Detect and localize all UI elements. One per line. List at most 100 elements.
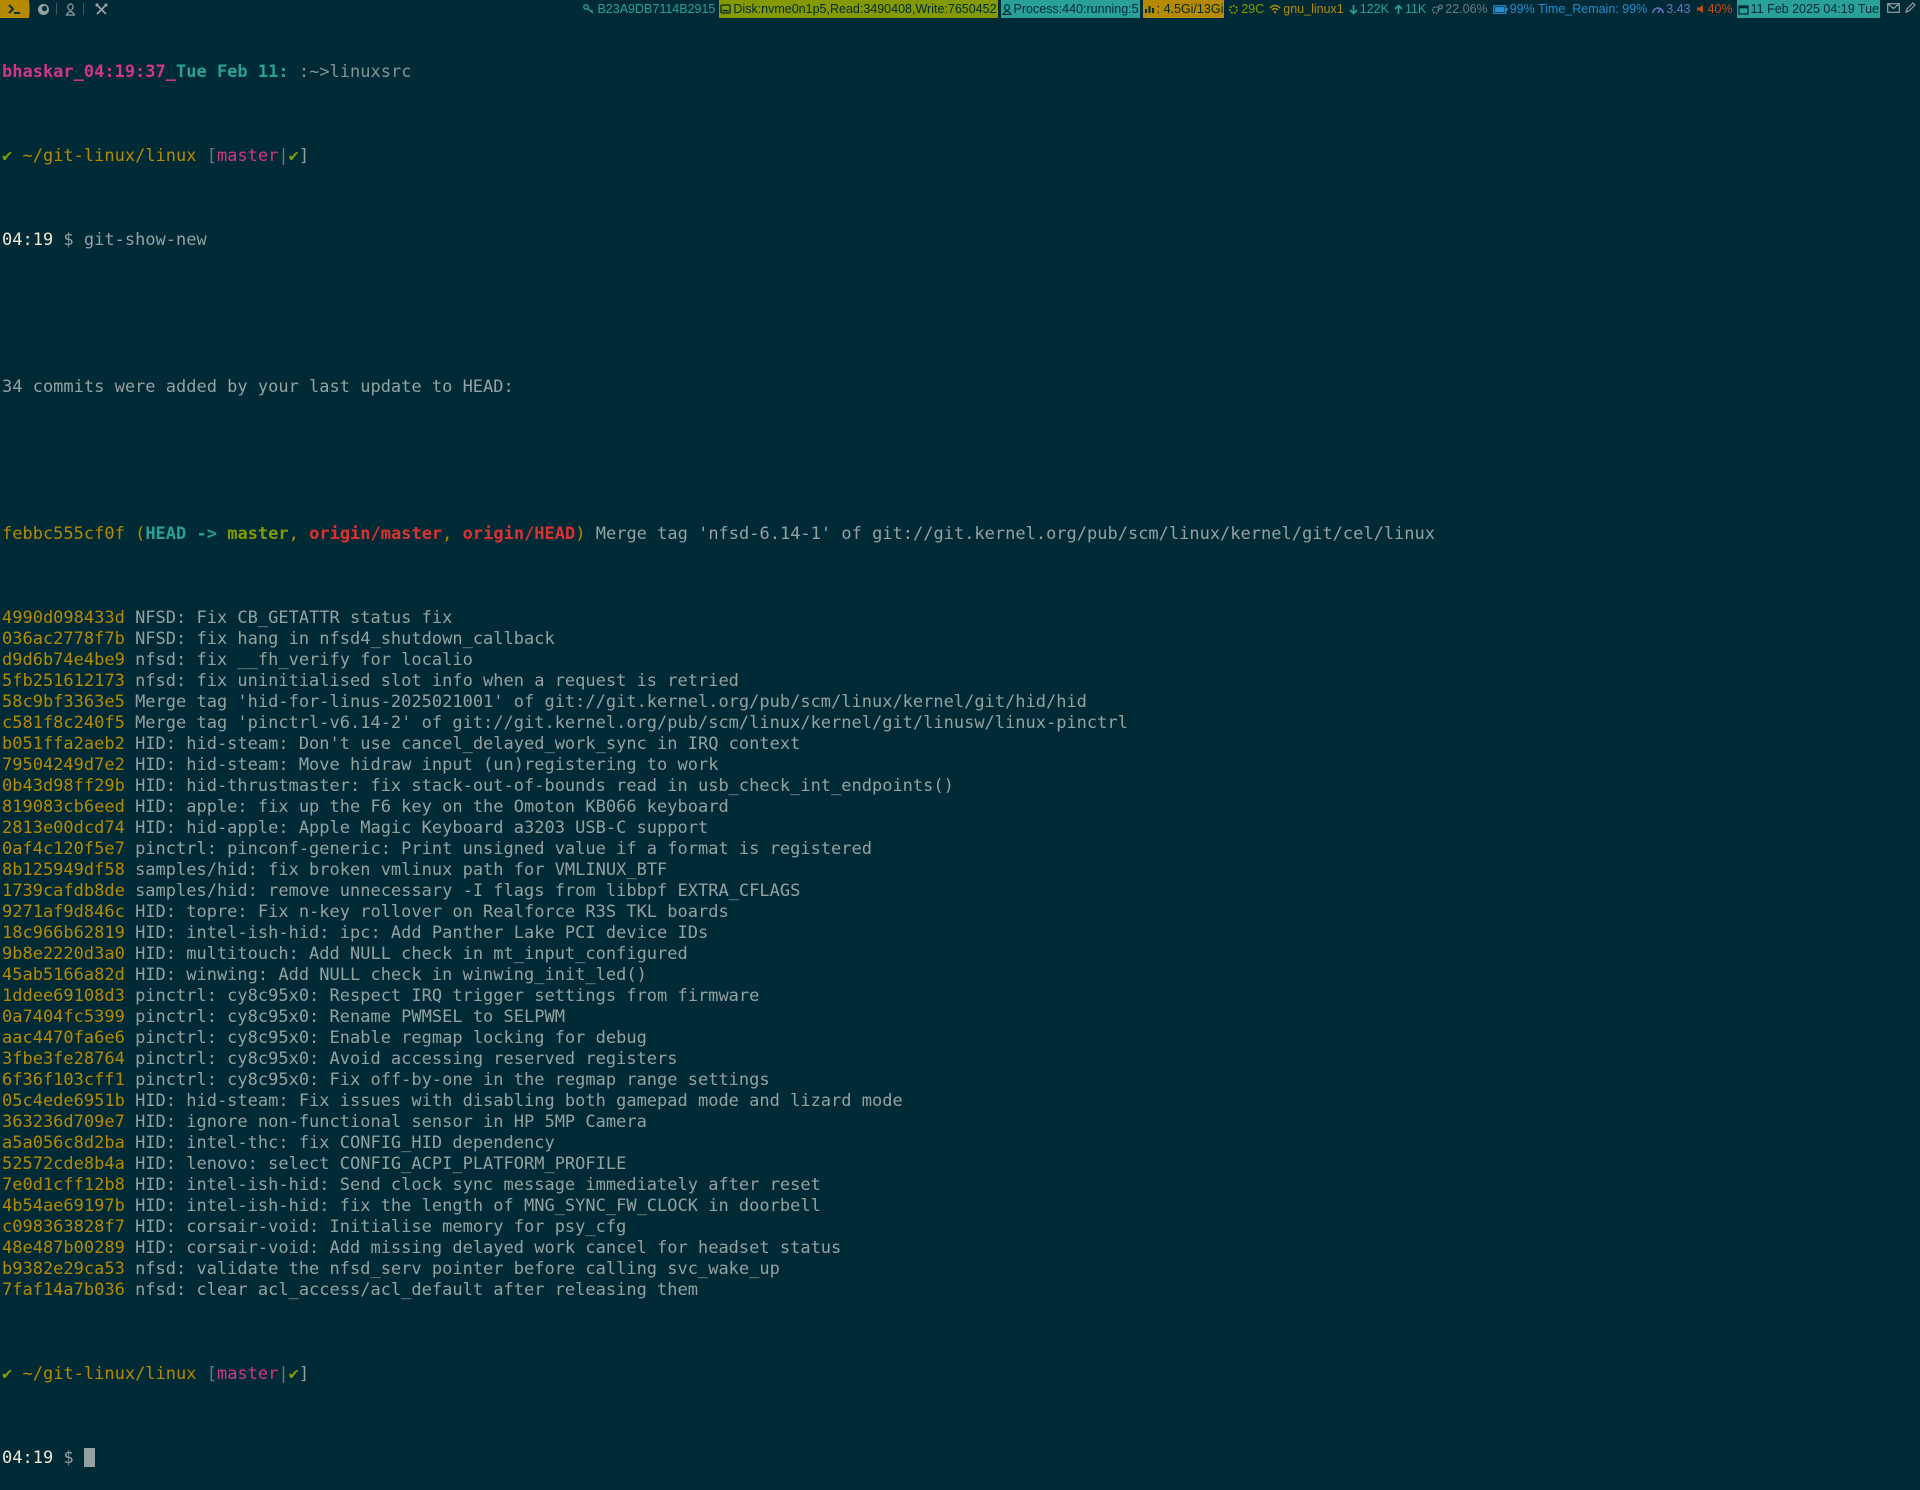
tools-icon — [94, 2, 108, 16]
commit-message: HID: topre: Fix n-key rollover on Realfo… — [124, 902, 729, 922]
commit-hash: 48e487b00289 — [2, 1238, 125, 1258]
commit-hash: 58c9bf3363e5 — [2, 692, 125, 712]
linux-tux-icon — [1001, 3, 1012, 15]
commit-message: nfsd: clear acl_access/acl_default after… — [124, 1280, 698, 1300]
commit-line: 8b125949df58 samples/hid: fix broken vml… — [2, 860, 1918, 881]
commit-line: 5fb251612173 nfsd: fix uninitialised slo… — [2, 671, 1918, 692]
network-name-text: gnu_linux1 — [1283, 2, 1344, 16]
active-command-line[interactable]: 04:19 $ — [2, 1448, 1918, 1469]
gpg-key-indicator: B23A9DB7114B2915 — [582, 0, 716, 18]
ref-sep: , — [442, 524, 463, 544]
commit-hash: b9382e29ca53 — [2, 1259, 125, 1279]
memory-chart-icon — [1144, 4, 1155, 14]
upload-indicator: 11K — [1393, 0, 1427, 18]
commit-hash: 819083cb6eed — [2, 797, 125, 817]
title-path: :~>linuxsrc — [288, 62, 412, 82]
commit-message: HID: hid-thrustmaster: fix stack-out-of-… — [124, 776, 954, 796]
commit-line: 4b54ae69197b HID: intel-ish-hid: fix the… — [2, 1196, 1918, 1217]
commit-line: 1739cafdb8de samples/hid: remove unneces… — [2, 881, 1918, 902]
terminal-output[interactable]: bhaskar_04:19:37_Tue Feb 11: :~>linuxsrc… — [2, 20, 1918, 1490]
ref-paren-open: ( — [124, 524, 146, 544]
commit-message: Merge tag 'nfsd-6.14-1' of git://git.ker… — [585, 524, 1435, 544]
tray-mail[interactable] — [1886, 0, 1901, 18]
mail-icon — [1887, 0, 1900, 18]
commit-message: nfsd: validate the nfsd_serv pointer bef… — [124, 1259, 780, 1279]
commit-line: b9382e29ca53 nfsd: validate the nfsd_ser… — [2, 1259, 1918, 1280]
workspace-tools[interactable] — [84, 0, 118, 18]
disk-text: Disk:nvme0n1p5,Read:3490408,Write:765045… — [733, 2, 997, 16]
commit-hash: 52572cde8b4a — [2, 1154, 125, 1174]
commit-line: 6f36f103cff1 pinctrl: cy8c95x0: Fix off-… — [2, 1070, 1918, 1091]
commit-hash: c581f8c240f5 — [2, 713, 125, 733]
disk-icon — [720, 4, 732, 14]
commit-line: 2813e00dcd74 HID: hid-apple: Apple Magic… — [2, 818, 1918, 839]
commit-line: 7faf14a7b036 nfsd: clear acl_access/acl_… — [2, 1280, 1918, 1301]
clock-indicator[interactable]: 11 Feb 2025 04:19 Tue — [1736, 0, 1880, 18]
cogs-icon — [1431, 4, 1444, 15]
commit-hash: a5a056c8d2ba — [2, 1133, 125, 1153]
commit-line: 18c966b62819 HID: intel-ish-hid: ipc: Ad… — [2, 923, 1918, 944]
prompt-dollar: $ — [53, 1448, 84, 1468]
commit-line: 58c9bf3363e5 Merge tag 'hid-for-linus-20… — [2, 692, 1918, 713]
prompt-time: 04:19 — [2, 230, 54, 250]
prompt-line: ✔ ~/git-linux/linux [master|✔] — [2, 1364, 1918, 1385]
prompt-branch: master — [216, 1364, 279, 1384]
process-indicator: Process:440:running:5 — [1000, 0, 1140, 18]
commit-message: pinctrl: cy8c95x0: Avoid accessing reser… — [124, 1049, 678, 1069]
prompt-branch: master — [216, 146, 279, 166]
commit-line: a5a056c8d2ba HID: intel-thc: fix CONFIG_… — [2, 1133, 1918, 1154]
commit-hash: 4b54ae69197b — [2, 1196, 125, 1216]
commit-hash: 2813e00dcd74 — [2, 818, 125, 838]
commit-hash: 18c966b62819 — [2, 923, 125, 943]
commit-message: pinctrl: pinconf-generic: Print unsigned… — [124, 839, 872, 859]
prompt-dollar: $ — [53, 230, 84, 250]
text-cursor[interactable] — [83, 1448, 95, 1467]
commit-message: nfsd: fix uninitialised slot info when a… — [124, 671, 739, 691]
key-id-text: B23A9DB7114B2915 — [597, 2, 716, 16]
commit-hash: 9b8e2220d3a0 — [2, 944, 125, 964]
terminal-icon — [7, 3, 23, 15]
commit-line: 9b8e2220d3a0 HID: multitouch: Add NULL c… — [2, 944, 1918, 965]
commit-message: pinctrl: cy8c95x0: Respect IRQ trigger s… — [124, 986, 760, 1006]
commit-hash: 036ac2778f7b — [2, 629, 125, 649]
prompt-path: ~/git-linux/linux — [12, 146, 197, 166]
commit-line: d9d6b74e4be9 nfsd: fix __fh_verify for l… — [2, 650, 1918, 671]
workspace-linux[interactable] — [57, 0, 83, 18]
prompt-line: ✔ ~/git-linux/linux [master|✔] — [2, 146, 1918, 167]
commit-line: aac4470fa6e6 pinctrl: cy8c95x0: Enable r… — [2, 1028, 1918, 1049]
commit-hash: c098363828f7 — [2, 1217, 125, 1237]
commit-message: HID: lenovo: select CONFIG_ACPI_PLATFORM… — [124, 1154, 627, 1174]
firefox-icon — [37, 3, 50, 16]
volume-text: 40% — [1707, 2, 1733, 16]
workspace-firefox[interactable] — [30, 0, 56, 18]
commit-hash: 7faf14a7b036 — [2, 1280, 125, 1300]
prompt-check: ✔ — [2, 146, 13, 166]
prompt-path: ~/git-linux/linux — [12, 1364, 197, 1384]
workspace-terminal[interactable] — [0, 0, 29, 18]
commit-line: 0b43d98ff29b HID: hid-thrustmaster: fix … — [2, 776, 1918, 797]
commit-message: samples/hid: remove unnecessary -I flags… — [124, 881, 801, 901]
download-text: 122K — [1359, 2, 1389, 16]
prompt-bracket-close: ] — [298, 146, 310, 166]
prompt-pipe: | — [278, 146, 289, 166]
commit-message: Merge tag 'pinctrl-v6.14-2' of git://git… — [124, 713, 1128, 733]
commit-hash: febbc555cf0f — [2, 524, 125, 544]
commit-line: 0af4c120f5e7 pinctrl: pinconf-generic: P… — [2, 839, 1918, 860]
title-day: Tue Feb 11 — [176, 62, 279, 82]
tray-pen[interactable] — [1904, 0, 1917, 18]
volume-icon — [1696, 4, 1706, 14]
memory-text: : 4.5Gi/13Gi — [1156, 2, 1224, 16]
pen-icon — [1905, 0, 1916, 18]
wifi-indicator[interactable]: gnu_linux1 — [1268, 0, 1344, 18]
summary-line: 34 commits were added by your last updat… — [2, 377, 514, 397]
status-bar: B23A9DB7114B2915 Disk:nvme0n1p5,Read:349… — [0, 0, 1920, 18]
commit-message: pinctrl: cy8c95x0: Rename PWMSEL to SELP… — [124, 1007, 565, 1027]
battery-text: 99% Time_Remain: 99% — [1509, 2, 1648, 16]
temperature-text: 29C — [1241, 2, 1265, 16]
volume-indicator[interactable]: 40% — [1695, 0, 1734, 18]
cpu-gear-icon — [1228, 4, 1239, 15]
commit-hash: aac4470fa6e6 — [2, 1028, 125, 1048]
prompt-bracket-open: [ — [196, 1364, 217, 1384]
commit-message: pinctrl: cy8c95x0: Enable regmap locking… — [124, 1028, 647, 1048]
